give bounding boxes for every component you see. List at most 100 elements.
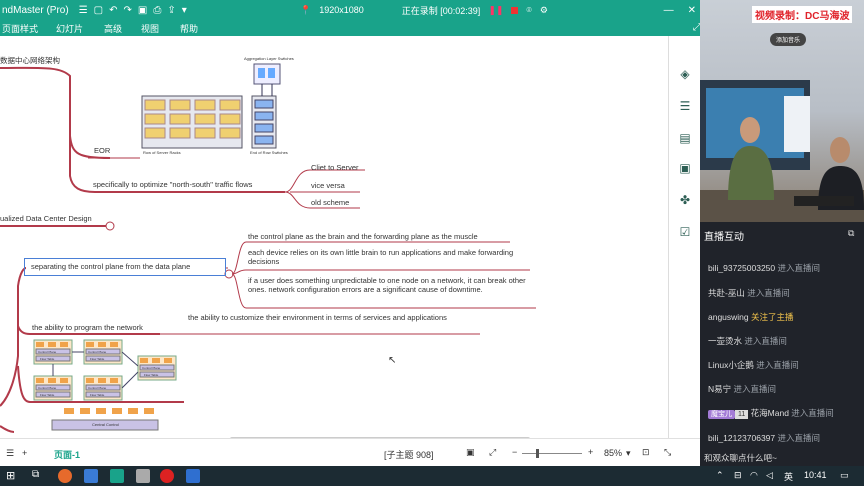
outline-icon[interactable]: ☰	[677, 98, 693, 114]
chat-item: 魔宝儿 11 花海Mand 进入直播间	[708, 407, 834, 419]
task-view-icon[interactable]: ⧉	[32, 469, 39, 480]
menu-advanced[interactable]: 高级	[104, 22, 122, 35]
theme-icon[interactable]: ▤	[677, 130, 693, 146]
save-icon[interactable]: ▣	[138, 5, 147, 16]
video-title: 视频录制：DC马海波	[752, 6, 853, 23]
mindmap-canvas[interactable]: 数据中心网络架构 Aggregation Layer Switches Row …	[0, 36, 668, 438]
fullscreen-icon[interactable]: ⤢	[489, 447, 496, 458]
chat-item: 一壶烫水 进入直播间	[708, 336, 787, 346]
wifi-icon[interactable]: ◠	[750, 470, 758, 481]
add-music-button[interactable]: 添加音乐	[770, 33, 807, 46]
node-dc-network-architecture[interactable]: 数据中心网络架构	[0, 56, 60, 65]
notification-icon[interactable]: ▭	[840, 470, 849, 481]
fig-control-plane-label: Control Plane	[142, 366, 161, 370]
windows-start-icon[interactable]: ⊞	[6, 469, 15, 482]
fig-central-control-label: Central Control	[92, 422, 119, 427]
tray-up-icon[interactable]: ⌃	[716, 470, 724, 481]
node-client-server[interactable]: Cliet to Server	[311, 163, 359, 172]
fan-badge: 魔宝儿	[708, 410, 735, 419]
figure1-right-label: End of Row Switches	[250, 150, 288, 155]
fig-flow-table-label: Flow Table	[144, 373, 159, 377]
network-icon[interactable]: ⊟	[734, 470, 742, 481]
task-icon[interactable]: ☑	[677, 224, 693, 240]
zoom-out-icon[interactable]: −	[512, 447, 517, 457]
menu-bar: 页面样式 幻灯片 高级 视图 帮助	[0, 20, 700, 36]
figure1-left-label: Row of Server Racks	[143, 150, 181, 155]
chat-item: bili_12123706397 进入直播间	[708, 433, 821, 443]
present-icon[interactable]: ⊡	[642, 447, 650, 458]
pause-icon[interactable]: ❚❚	[488, 5, 503, 16]
fit-icon[interactable]: ▣	[466, 447, 475, 458]
fig-control-plane-label: Control Plane	[38, 350, 57, 354]
fig-flow-table-label: Flow Table	[90, 393, 105, 397]
print-icon[interactable]: ⎙	[153, 5, 161, 16]
firefox-icon[interactable]	[58, 469, 72, 483]
live-interaction-header: 直播互动	[704, 232, 744, 243]
add-page-icon[interactable]: +	[22, 448, 27, 458]
page-tab[interactable]: 页面-1	[54, 448, 80, 461]
menu-help[interactable]: 帮助	[180, 22, 198, 35]
more-icon[interactable]: ▾	[182, 5, 187, 16]
node-control-plane-brain[interactable]: the control plane as the brain and the f…	[248, 232, 478, 241]
camera-icon[interactable]: ⌾	[526, 5, 531, 16]
level-badge: 11	[735, 410, 749, 419]
node-if-user[interactable]: if a user does something unpredictable t…	[248, 276, 528, 294]
node-old-scheme[interactable]: old scheme	[311, 198, 349, 207]
expand-view-icon[interactable]: ⤡	[664, 447, 671, 458]
fig-control-plane-label: Control Plane	[88, 350, 107, 354]
clipart-icon[interactable]: ✤	[677, 192, 693, 208]
zoom-slider[interactable]	[522, 453, 582, 454]
close-icon[interactable]: ✕	[688, 5, 696, 16]
zoom-slider-thumb[interactable]	[536, 449, 539, 458]
volume-icon[interactable]: ◁	[766, 470, 773, 481]
fig-control-plane-label: Control Plane	[88, 386, 107, 390]
mindmaster-icon[interactable]	[110, 469, 124, 483]
zoom-in-icon[interactable]: +	[588, 447, 593, 457]
zoom-dropdown-icon[interactable]: ▾	[626, 448, 631, 459]
node-customize-environment[interactable]: the ability to customize their environme…	[188, 313, 448, 322]
node-north-south[interactable]: specifically to optimize "north-south" t…	[93, 180, 252, 189]
chat-item: N易宁 进入直播间	[708, 384, 777, 394]
status-bar: ☰ + 页面-1 [子主题 908] ▣ ⤢ − + 85% ▾ ⊡ ⤡	[0, 438, 700, 466]
side-toolbar: ◈ ☰ ▤ ▣ ✤ ☑	[668, 36, 700, 438]
app3-icon[interactable]	[186, 469, 200, 483]
settings-icon[interactable]: ⚙	[540, 5, 548, 16]
node-each-device[interactable]: each device relies on its own little bra…	[248, 248, 528, 266]
menu-slides[interactable]: 幻灯片	[56, 22, 83, 35]
fig-flow-table-label: Flow Table	[40, 393, 55, 397]
node-vice-versa[interactable]: vice versa	[311, 181, 345, 190]
node-separating-planes[interactable]: separating the control plane from the da…	[24, 258, 226, 276]
chat-input[interactable]: 和观众聊点什么吧~	[704, 452, 777, 464]
menu-view[interactable]: 视图	[141, 22, 159, 35]
note-icon[interactable]: ▣	[677, 160, 693, 176]
quick-access: ☰ ▢ ↶ ↷ ▣ ⎙ ⇪ ▾	[79, 5, 187, 16]
minimize-icon[interactable]: —	[664, 5, 674, 16]
app2-icon[interactable]	[136, 469, 150, 483]
node-virtualized-dc-design[interactable]: ualized Data Center Design	[0, 214, 92, 223]
chat-item: 共赴-巫山 进入直播间	[708, 288, 790, 298]
redo-icon[interactable]: ↷	[124, 5, 132, 16]
window-controls: — ✕	[664, 0, 696, 20]
menu-page-style[interactable]: 页面样式	[2, 22, 38, 35]
undo-icon[interactable]: ↶	[109, 5, 117, 16]
style-icon[interactable]: ◈	[677, 66, 693, 82]
clock[interactable]: 10:41	[804, 470, 827, 480]
page-list-icon[interactable]: ☰	[6, 448, 14, 459]
node-program-network[interactable]: the ability to program the network	[32, 323, 143, 332]
new-icon[interactable]: ▢	[94, 5, 103, 16]
zoom-level[interactable]: 85%	[604, 448, 622, 458]
figure1-top-label: Aggregation Layer Switches	[244, 56, 294, 61]
stop-icon[interactable]	[511, 6, 519, 14]
resolution-label: 1920x1080	[319, 5, 364, 15]
menu-icon[interactable]: ☰	[79, 5, 88, 16]
mouse-cursor-icon: ↖	[388, 355, 397, 366]
ime-indicator[interactable]: 英	[784, 470, 793, 483]
pin-icon[interactable]: 📍	[300, 5, 311, 16]
share-icon[interactable]: ⇪	[167, 5, 175, 16]
app-icon[interactable]	[84, 469, 98, 483]
popout-icon[interactable]: ⧉	[848, 228, 854, 239]
windows-taskbar: ⊞ ⧉ ⌃ ⊟ ◠ ◁ 英 10:41 ▭	[0, 466, 864, 486]
recorder-icon[interactable]	[160, 469, 174, 483]
node-eor[interactable]: EOR	[94, 146, 110, 155]
eor-diagram	[141, 63, 281, 149]
